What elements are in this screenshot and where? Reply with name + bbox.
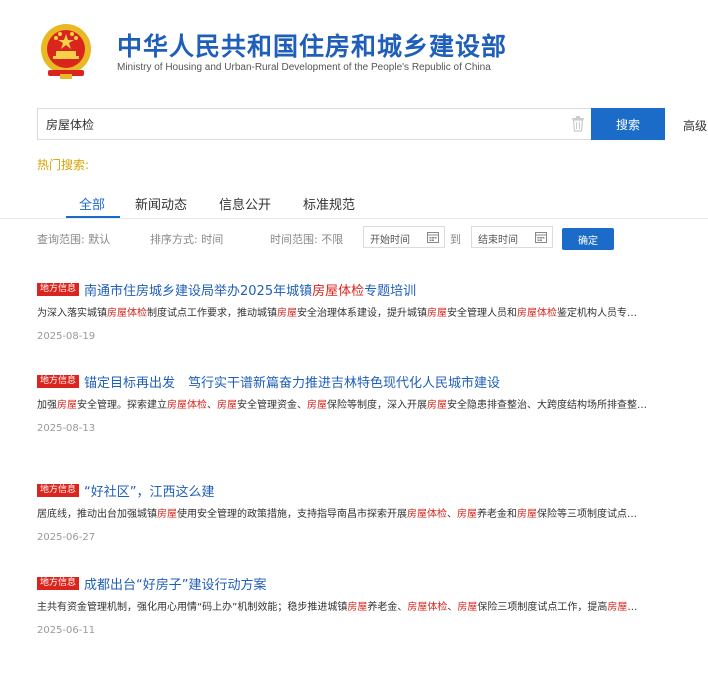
tab-standards[interactable]: 标准规范 [303,194,355,213]
result-snippet: 为深入落实城镇房屋体检制度试点工作要求，推动城镇房屋安全治理体系建设，提升城镇房… [37,306,677,322]
scope-filter[interactable]: 查询范围: 默认 [37,231,110,247]
text-segment: 保险等制度，深入开展 [327,400,427,411]
calendar-icon [427,232,439,243]
highlighted-keyword: 房屋 [277,308,297,319]
hot-search-label: 热门搜索: [37,158,90,172]
result-item: 地方信息 锚定目标再出发 笃行实干谱新篇奋力推进吉林特色现代化人民城市建设 加强房… [37,374,677,434]
text-segment: 南通市住房城乡建设局举办2025年城镇 [84,284,313,299]
result-item: 地方信息 成都出台“好房子”建设行动方案 主共有资金管理机制，强化用心用情“码上办… [37,576,677,636]
tab-info-disclosure[interactable]: 信息公开 [219,194,271,213]
result-title[interactable]: 地方信息 成都出台“好房子”建设行动方案 [37,576,677,596]
category-badge: 地方信息 [37,375,80,388]
result-item: 地方信息 “好社区”，江西这么建 居底线，推动出台加强城镇房屋使用安全管理的政策措… [37,483,677,543]
result-title-text: “好社区”，江西这么建 [84,485,214,500]
highlighted-keyword: 房屋 [157,509,177,520]
highlighted-keyword: 房屋 [427,400,447,411]
site-header: 中华人民共和国住房和城乡建设部 Ministry of Housing and … [0,0,708,90]
highlighted-keyword: 房屋 [427,308,447,319]
text-segment: 为深入落实城镇 [37,308,107,319]
text-segment: 安全管理人员和 [447,308,517,319]
highlighted-keyword: 房屋体检 [407,509,447,520]
result-title[interactable]: 地方信息 锚定目标再出发 笃行实干谱新篇奋力推进吉林特色现代化人民城市建设 [37,374,677,394]
highlighted-keyword: 房屋体检 [107,308,147,319]
text-segment: 、 [447,602,458,613]
category-badge: 地方信息 [37,283,80,296]
text-segment: 保险三项制度试点工作，提高 [477,602,608,613]
result-date: 2025-08-19 [37,331,96,342]
result-title[interactable]: 地方信息 “好社区”，江西这么建 [37,483,677,503]
text-segment: 安全管理资金、 [237,400,307,411]
highlighted-keyword: 房屋 [307,400,327,411]
result-snippet: 加强房屋安全管理。探索建立房屋体检、房屋安全管理资金、房屋保险等制度，深入开展房… [37,398,677,414]
highlighted-keyword: 房屋 [347,602,368,613]
text-segment: … [627,602,638,613]
text-segment: 制度试点工作要求，推动城镇 [147,308,277,319]
clear-icon[interactable] [571,116,585,132]
result-date: 2025-06-27 [37,532,96,543]
text-segment: 锚定目标再出发 笃行实干谱新篇奋力推进吉林特色现代化人民城市建设 [84,376,501,391]
search-button[interactable]: 搜索 [591,108,665,140]
highlighted-keyword: 房屋体检 [167,400,207,411]
tab-all[interactable]: 全部 [79,194,105,213]
advanced-search-link[interactable]: 高级 [683,117,707,134]
highlighted-keyword: 房屋体检 [312,284,365,299]
text-segment: 加强 [37,400,57,411]
text-segment: 居底线，推动出台加强城镇 [37,509,157,520]
text-segment: 、 [207,400,217,411]
highlighted-keyword: 房屋 [57,400,77,411]
result-snippet: 主共有资金管理机制，强化用心用情“码上办”机制效能；稳步推进城镇房屋养老金、房屋… [37,600,677,616]
end-date-field[interactable]: 结束时间 [471,226,553,248]
highlighted-keyword: 房屋 [517,509,537,520]
result-item: 地方信息 南通市住房城乡建设局举办2025年城镇房屋体检专题培训 为深入落实城镇房… [37,282,677,342]
highlighted-keyword: 房屋体检 [407,602,448,613]
highlighted-keyword: 房屋体检 [517,308,557,319]
category-badge: 地方信息 [37,577,80,590]
text-segment: “好社区”，江西这么建 [84,485,215,500]
start-date-placeholder: 开始时间 [370,235,410,246]
text-segment: 安全管理。探索建立 [77,400,167,411]
text-segment: 使用安全管理的政策措施，支持指导南昌市探索开展 [177,509,407,520]
time-filter[interactable]: 时间范围: 不限 [270,231,343,247]
result-date: 2025-06-11 [37,625,96,636]
result-title-text: 南通市住房城乡建设局举办2025年城镇房屋体检专题培训 [84,284,416,299]
result-snippet: 居底线，推动出台加强城镇房屋使用安全管理的政策措施，支持指导南昌市探索开展房屋体… [37,507,677,523]
site-title[interactable]: 中华人民共和国住房和城乡建设部 [117,27,507,63]
result-title[interactable]: 地方信息 南通市住房城乡建设局举办2025年城镇房屋体检专题培训 [37,282,677,302]
confirm-button[interactable]: 确定 [562,228,614,250]
result-title-text: 锚定目标再出发 笃行实干谱新篇奋力推进吉林特色现代化人民城市建设 [84,376,500,391]
highlighted-keyword: 房屋 [217,400,237,411]
text-segment: 主共有资金管理机制，强化用心用情“码上办”机制效能；稳步推进城镇 [37,602,348,613]
text-segment: 鉴定机构人员专… [557,308,637,319]
start-date-field[interactable]: 开始时间 [363,226,445,248]
search-box [37,108,592,140]
text-segment: 保险等三项制度试点… [537,509,637,520]
highlighted-keyword: 房屋 [457,602,478,613]
text-segment: 成都出台“好房子”建设行动方案 [84,578,267,593]
result-date: 2025-08-13 [37,423,96,434]
national-emblem-icon[interactable] [38,22,94,80]
text-segment: 养老金和 [477,509,517,520]
highlighted-keyword: 房屋 [607,602,628,613]
text-segment: 、 [447,509,457,520]
to-label: 到 [450,233,461,246]
tab-news[interactable]: 新闻动态 [135,194,187,213]
text-segment: 专题培训 [364,284,417,299]
search-input[interactable] [46,109,546,139]
text-segment: 安全治理体系建设，提升城镇 [297,308,427,319]
result-title-text: 成都出台“好房子”建设行动方案 [84,578,266,593]
sort-filter[interactable]: 排序方式: 时间 [150,231,223,247]
text-segment: 养老金、 [367,602,408,613]
highlighted-keyword: 房屋 [457,509,477,520]
text-segment: 安全隐患排查整治、大跨度结构场所排查整… [447,400,647,411]
calendar-icon [535,232,547,243]
category-badge: 地方信息 [37,484,80,497]
active-tab-indicator [66,216,120,218]
site-subtitle: Ministry of Housing and Urban-Rural Deve… [117,62,491,73]
category-tabs: 全部 新闻动态 信息公开 标准规范 [0,190,708,219]
end-date-placeholder: 结束时间 [478,235,518,246]
